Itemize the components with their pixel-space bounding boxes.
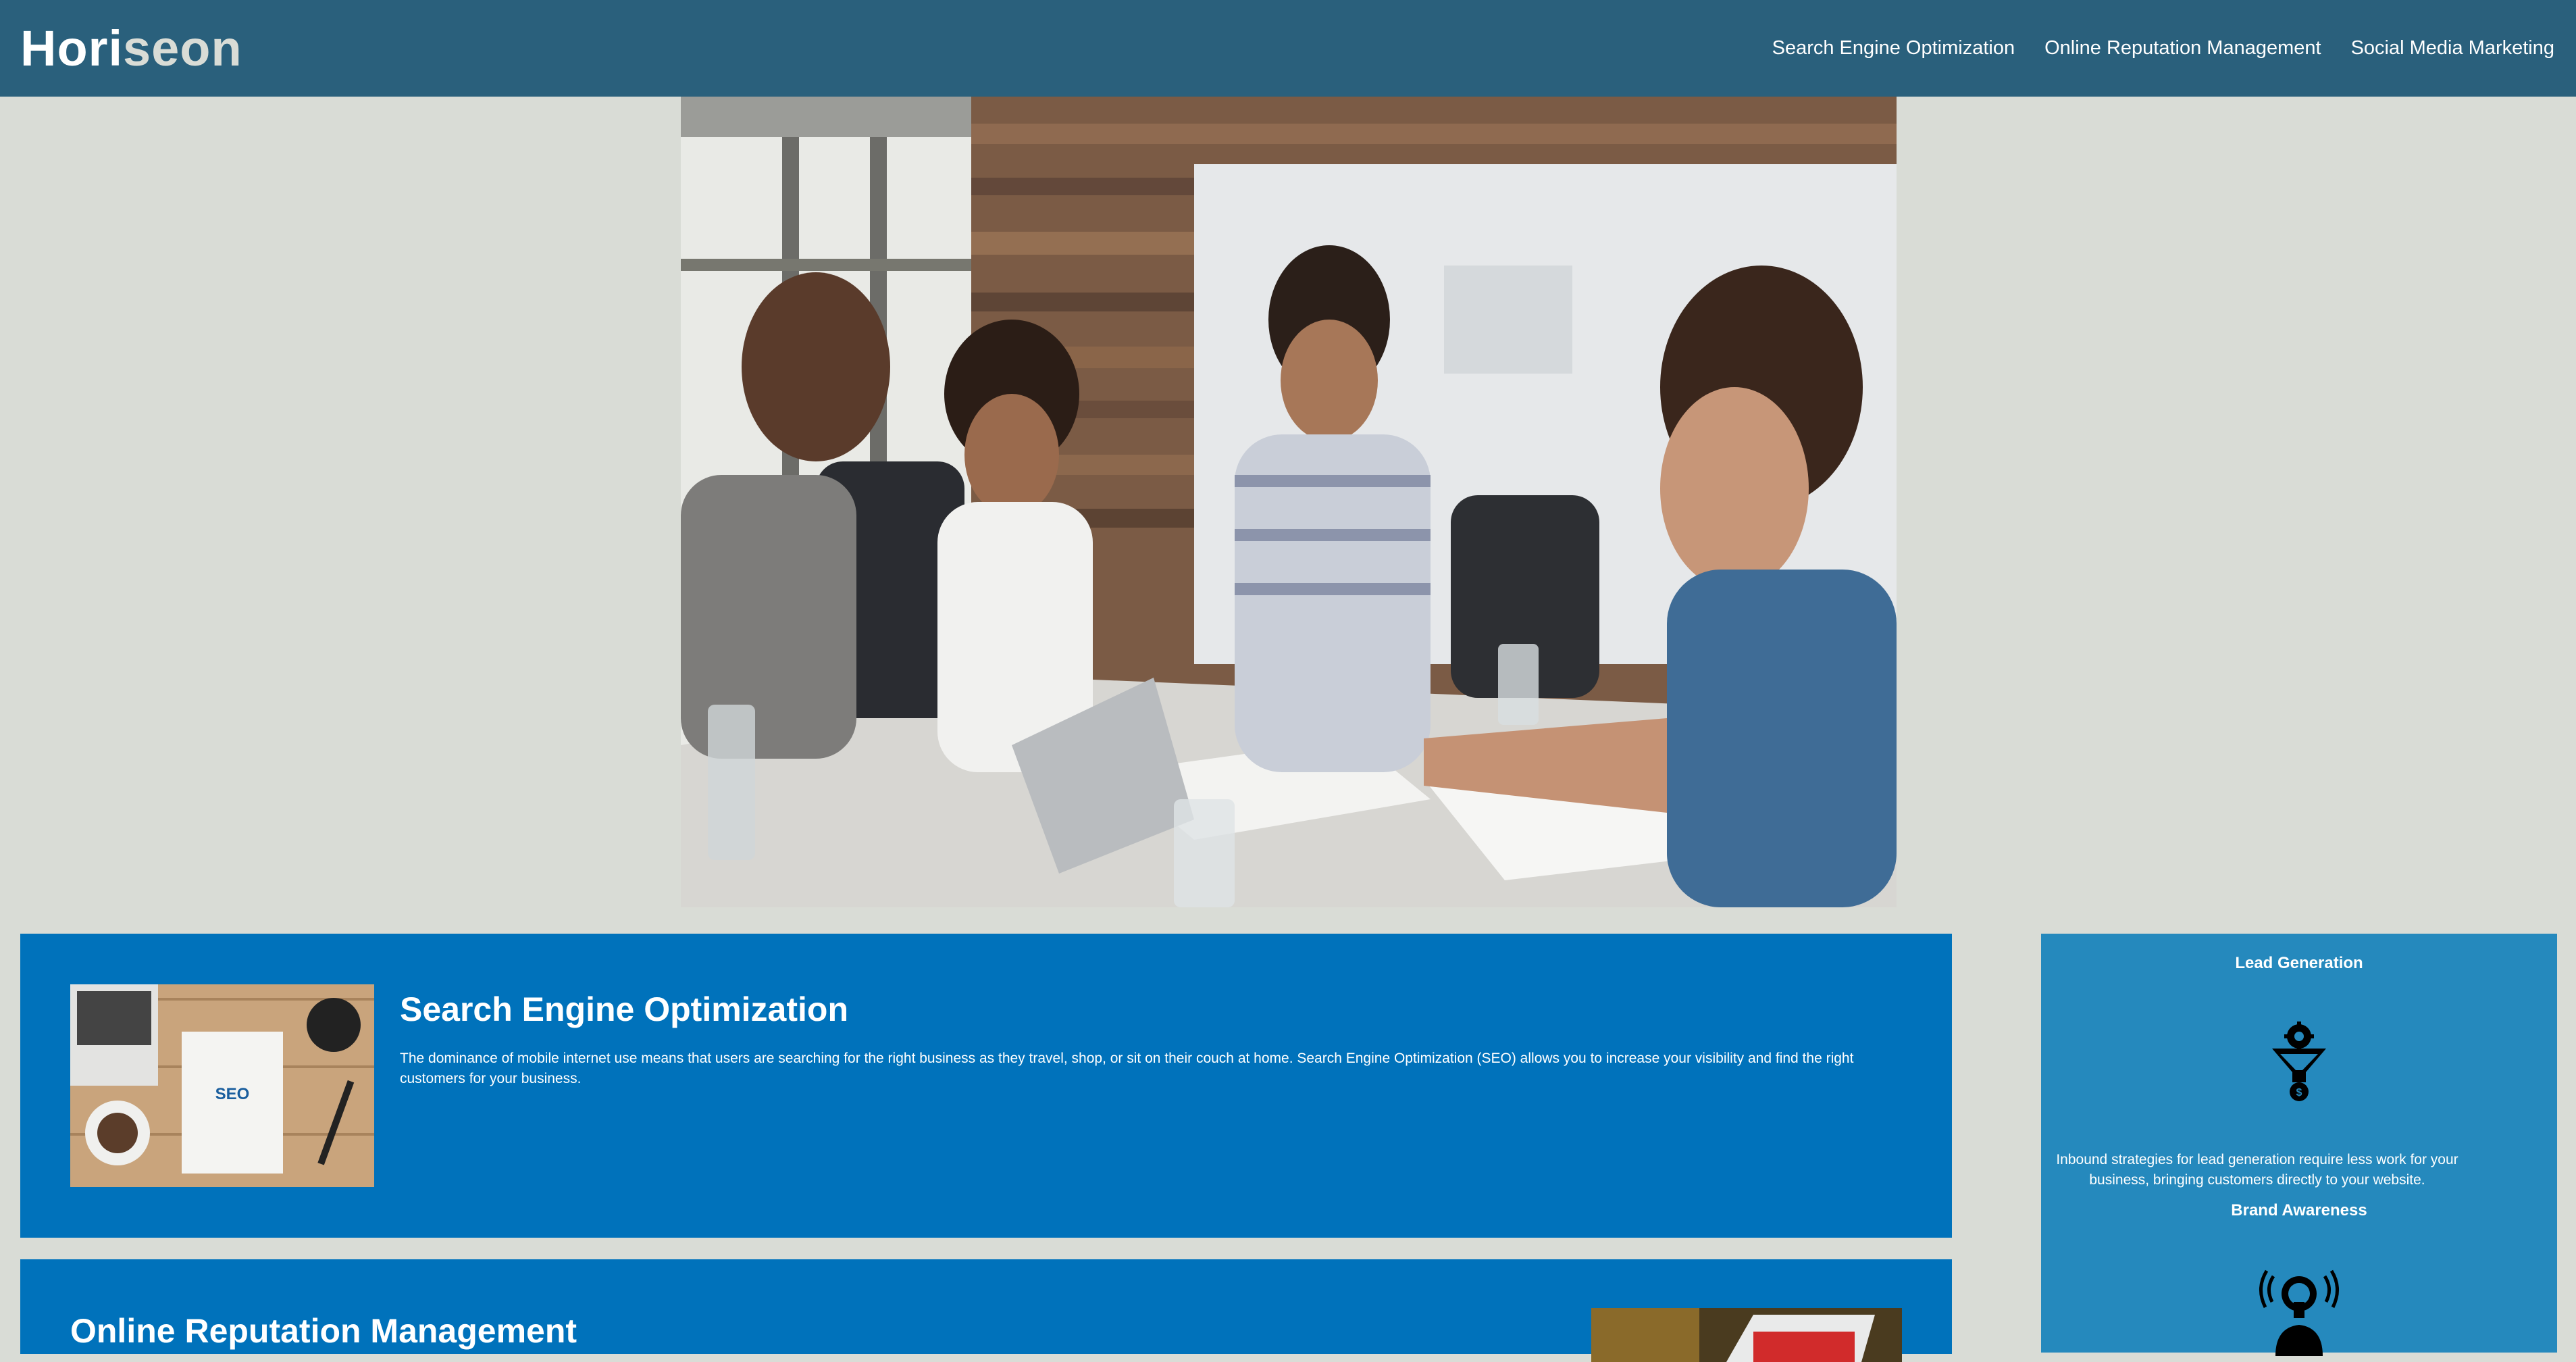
reputation-illustration: [1591, 1308, 1902, 1362]
lead-generation-text: Inbound strategies for lead generation r…: [2056, 1152, 2458, 1188]
seo-workspace-illustration: SEO: [70, 984, 374, 1187]
site-header: Horiseon Search Engine Optimization Onli…: [0, 0, 2576, 97]
nav-link-seo[interactable]: Search Engine Optimization: [1772, 39, 2015, 58]
lead-generation-title: Lead Generation: [2235, 954, 2363, 972]
main-nav: Search Engine Optimization Online Reputa…: [1772, 39, 2554, 58]
brand-suffix: seon: [123, 20, 242, 76]
brand-logo[interactable]: Horiseon: [20, 23, 242, 74]
brand-awareness-title: Brand Awareness: [2231, 1201, 2367, 1219]
lightbulb-person-icon: [2259, 1269, 2339, 1356]
lead-funnel-icon: $: [2272, 1022, 2326, 1101]
seo-image: SEO: [70, 984, 374, 1187]
orm-section: Online Reputation Management: [20, 1259, 1952, 1362]
svg-text:$: $: [2296, 1087, 2302, 1099]
nav-link-orm[interactable]: Online Reputation Management: [2044, 39, 2321, 58]
seo-section: SEO Search Engine Optimization The domin…: [20, 934, 1952, 1238]
brand-prefix: Hori: [20, 20, 123, 76]
benefits-sidebar: Lead Generation $ Inbound strategies for…: [2041, 934, 2557, 1356]
seo-title: Search Engine Optimization: [400, 990, 848, 1028]
orm-image: [1591, 1308, 1902, 1362]
orm-title: Online Reputation Management: [70, 1312, 577, 1350]
team-meeting-illustration: [681, 97, 1897, 907]
seo-description: The dominance of mobile internet use mea…: [400, 1051, 1854, 1087]
hero-image: [681, 97, 1897, 907]
nav-link-smm[interactable]: Social Media Marketing: [2351, 39, 2554, 58]
svg-text:SEO: SEO: [215, 1085, 250, 1103]
